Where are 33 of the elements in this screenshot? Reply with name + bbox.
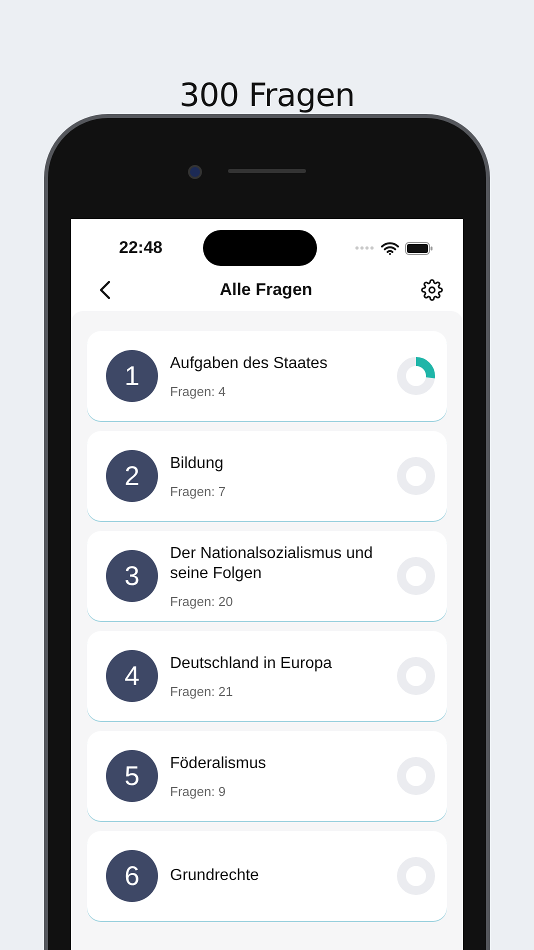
settings-icon[interactable] [421,279,443,301]
topic-title: Der Nationalsozialismus und seine Folgen [170,544,374,584]
camera-icon [188,165,202,179]
signal-icon [355,246,375,250]
back-icon[interactable] [99,280,111,300]
topic-card[interactable]: 1 Aufgaben des Staates Fragen: 4 [87,331,447,421]
topic-card[interactable]: 4 Deutschland in Europa Fragen: 21 [87,631,447,721]
topic-number: 5 [106,750,158,802]
topic-number: 1 [106,350,158,402]
topic-number: 6 [106,850,158,902]
question-count: Fragen: 21 [170,684,234,698]
topic-card[interactable]: 2 Bildung Fragen: 7 [87,431,447,521]
topic-title: Föderalismus [170,754,268,774]
topic-number: 3 [106,550,158,602]
question-count: Fragen: 4 [170,384,227,398]
question-count: Fragen: 9 [170,784,227,798]
topic-card[interactable]: 6 Grundrechte [87,831,447,921]
topic-card[interactable]: 3 Der Nationalsozialismus und seine Folgen Fragen: 20 [87,531,447,621]
topic-title: Deutschland in Europa [170,654,333,674]
status-time: 22:48 [119,238,164,258]
topic-card[interactable]: 5 Föderalismus Fragen: 9 [87,731,447,821]
battery-icon [405,242,433,254]
topic-title: Aufgaben des Staates [170,354,328,374]
wifi-icon [381,242,399,254]
topic-number: 4 [106,650,158,702]
topic-title: Grundrechte [170,866,260,886]
topic-number: 2 [106,450,158,502]
headline: 300 Fragen [179,76,355,114]
question-count: Fragen: 7 [170,484,227,498]
topic-title: Bildung [170,454,224,474]
progress-ring [397,357,435,395]
screen-title: Alle Fragen [220,280,312,300]
question-count: Fragen: 20 [170,594,234,608]
